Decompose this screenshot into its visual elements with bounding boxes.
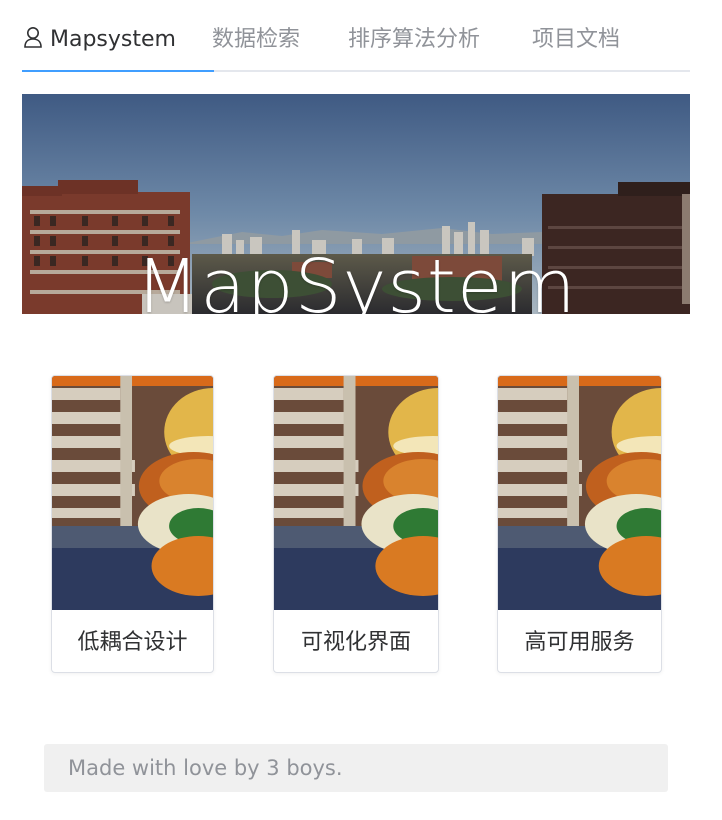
feature-card[interactable]: 高可用服务: [497, 375, 662, 673]
card-label: 高可用服务: [524, 630, 635, 655]
tab-data-search[interactable]: 数据检索: [212, 22, 300, 58]
burger-image: [274, 376, 438, 610]
active-tab-indicator: [22, 70, 214, 72]
tab-project-docs[interactable]: 项目文档: [532, 22, 620, 58]
banner-title: MapSystem: [135, 244, 577, 314]
tab-label: 项目文档: [532, 27, 621, 52]
tab-label: 数据检索: [212, 27, 301, 52]
card-label: 低耦合设计: [77, 630, 188, 655]
feature-card[interactable]: 可视化界面: [273, 375, 439, 673]
footer-text: Made with love by 3 boys.: [68, 756, 343, 780]
card-label: 可视化界面: [300, 630, 411, 655]
user-icon: [22, 25, 44, 49]
feature-card[interactable]: 低耦合设计: [51, 375, 214, 673]
footer: Made with love by 3 boys.: [44, 744, 668, 792]
tab-label: 排序算法分析: [348, 27, 481, 52]
tab-label: Mapsystem: [50, 27, 176, 52]
burger-image: [52, 376, 213, 610]
burger-image: [498, 376, 661, 610]
tab-sort-analysis[interactable]: 排序算法分析: [348, 22, 480, 58]
hero-banner: MapSystem: [22, 94, 690, 314]
tab-mapsystem[interactable]: Mapsystem: [22, 22, 176, 58]
